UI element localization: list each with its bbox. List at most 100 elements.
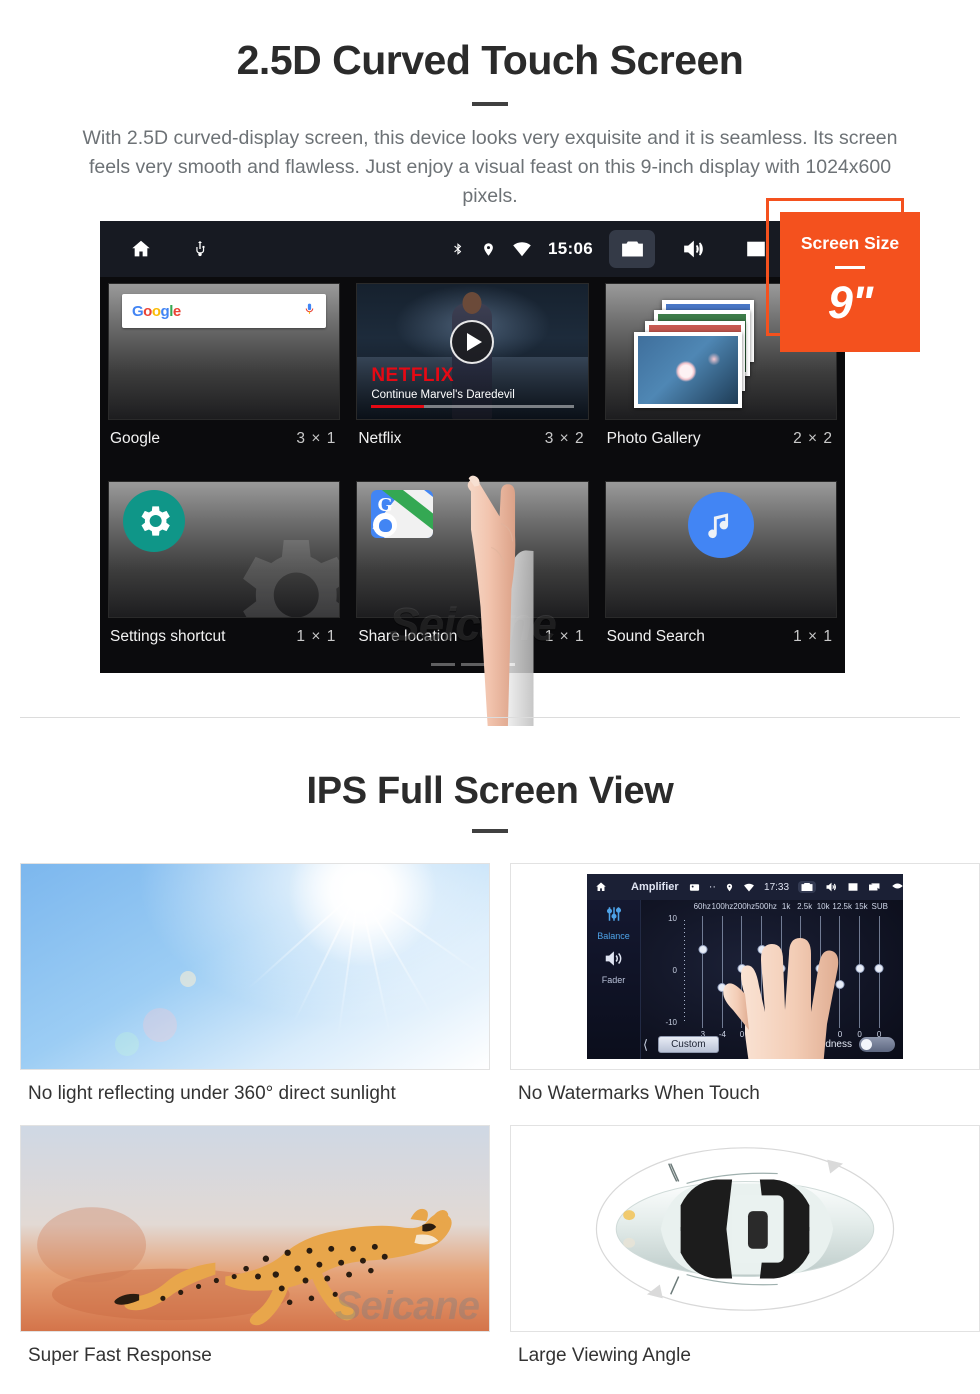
widget-size: 3 × 2	[544, 430, 585, 447]
wifi-icon	[512, 241, 532, 257]
speaker-icon[interactable]	[604, 950, 624, 972]
eq-band-label: 2.5k	[797, 902, 813, 911]
google-logo: Google	[132, 302, 181, 320]
fader-label[interactable]: Fader	[602, 975, 626, 985]
eq-slider	[693, 916, 713, 1028]
widget-cell-netflix[interactable]: NETFLIX Continue Marvel's Daredevil Netf…	[348, 277, 596, 475]
bluetooth-icon	[451, 239, 465, 259]
widget-name: Settings shortcut	[110, 628, 226, 645]
microphone-icon[interactable]	[303, 301, 316, 322]
page-indicator[interactable]	[430, 663, 515, 666]
google-maps-share-icon[interactable]: G	[371, 490, 434, 538]
volume-icon[interactable]	[671, 230, 717, 268]
netflix-subtitle: Continue Marvel's Daredevil	[371, 389, 515, 401]
eq-band-label: 200hz	[733, 902, 756, 911]
more-icon[interactable]: ··	[709, 881, 716, 893]
status-bar-clock: 15:06	[548, 239, 593, 258]
android-head-unit-screen: 15:06 Google Google 3 × 1 NETFLIX Contin…	[100, 221, 845, 673]
camera-icon[interactable]	[798, 881, 817, 893]
amplifier-screenshot: Amplifier ·· 17:33 Balance Fader 60hz 10…	[510, 863, 980, 1070]
widget-cell-share-location[interactable]: G Share location 1 × 1	[348, 475, 596, 673]
widget-name: Sound Search	[606, 628, 705, 645]
balance-label[interactable]: Balance	[597, 931, 630, 941]
sliders-icon[interactable]	[604, 905, 624, 928]
volume-icon[interactable]	[825, 882, 838, 892]
badge-value: 9"	[827, 277, 873, 328]
eq-band-label: 12.5k	[832, 902, 852, 911]
eq-band-label: 10k	[816, 902, 830, 911]
netflix-progress-bar	[371, 405, 574, 408]
share-location-widget[interactable]: G	[356, 481, 589, 618]
play-icon[interactable]	[450, 320, 495, 365]
sound-search-widget[interactable]	[604, 481, 837, 618]
home-icon[interactable]	[595, 881, 607, 893]
page-dot-active[interactable]	[490, 663, 515, 666]
music-note-icon[interactable]	[687, 492, 754, 558]
card-caption: No Watermarks When Touch	[518, 1083, 760, 1104]
widget-info-sound-search: Sound Search 1 × 1	[605, 618, 837, 646]
widget-size: 2 × 2	[793, 430, 833, 447]
camera-icon[interactable]	[609, 230, 655, 268]
eq-band-label: 1k	[781, 902, 791, 911]
netflix-character-head	[462, 292, 482, 315]
ips-full-screen-view-section: IPS Full Screen View No light reflecting…	[0, 726, 980, 1387]
widget-cell-google[interactable]: Google Google 3 × 1	[100, 277, 348, 475]
widget-info-photo-gallery: Photo Gallery 2 × 2	[605, 420, 837, 448]
widget-size: 3 × 1	[296, 430, 337, 447]
back-icon[interactable]	[890, 882, 903, 892]
widget-info-google: Google 3 × 1	[108, 420, 340, 448]
eq-slider	[869, 916, 889, 1028]
widget-grid: Google Google 3 × 1 NETFLIX Continue Mar…	[100, 277, 845, 673]
open-hand-illustration	[723, 938, 839, 1059]
widget-size: 1 × 1	[544, 628, 585, 645]
location-pin-icon	[725, 882, 734, 893]
recents-icon[interactable]	[868, 882, 881, 892]
car-top-view-illustration	[510, 1125, 980, 1332]
preset-button[interactable]: Custom	[658, 1036, 719, 1053]
widget-name: Share location	[358, 628, 458, 645]
section-divider	[20, 717, 960, 718]
badge-divider	[835, 266, 865, 269]
widget-name: Photo Gallery	[606, 430, 701, 447]
feature-card-grid: No light reflecting under 360° direct su…	[0, 833, 980, 1387]
gear-watermark-icon	[215, 520, 340, 617]
widget-size: 1 × 1	[793, 628, 833, 645]
card-caption: Super Fast Response	[28, 1345, 212, 1366]
eq-band-label: 500hz	[755, 902, 777, 911]
cheetah-photo: Seicane	[20, 1125, 490, 1332]
eq-scale: 10 0 -10	[657, 914, 691, 1028]
eq-band-labels: 60hz 100hz 200hz 500hz 1k 2.5k 10k 12.5k…	[649, 902, 897, 911]
gear-icon[interactable]	[123, 490, 185, 552]
feature-card-sunlight: No light reflecting under 360° direct su…	[20, 863, 490, 1125]
close-box-icon[interactable]	[847, 882, 859, 892]
amplifier-side-panel: Balance Fader	[587, 900, 641, 1059]
google-search-bar[interactable]: Google	[122, 294, 327, 328]
card-caption: No light reflecting under 360° direct su…	[28, 1083, 396, 1104]
eq-scale-bottom: -10	[665, 1018, 677, 1027]
page-dot[interactable]	[460, 663, 485, 666]
netflix-brand: NETFLIX	[371, 365, 454, 386]
netflix-widget[interactable]: NETFLIX Continue Marvel's Daredevil	[356, 283, 589, 420]
eq-band-label: 15k	[854, 902, 868, 911]
widget-info-netflix: Netflix 3 × 2	[356, 420, 588, 448]
usb-icon	[192, 239, 208, 259]
curved-touch-screen-section: 2.5D Curved Touch Screen With 2.5D curve…	[0, 0, 980, 726]
photo-frame-flower	[633, 332, 742, 408]
widget-cell-settings-shortcut[interactable]: Settings shortcut 1 × 1	[100, 475, 348, 673]
amplifier-ui: Amplifier ·· 17:33 Balance Fader 60hz 10…	[587, 874, 903, 1059]
feature-card-car: Large Viewing Angle	[510, 1125, 980, 1387]
location-pin-icon	[481, 240, 496, 259]
eq-scale-top: 10	[668, 914, 677, 923]
chevron-left-icon[interactable]: ⟨	[643, 1037, 648, 1053]
google-search-widget[interactable]: Google	[108, 283, 341, 420]
widget-cell-sound-search[interactable]: Sound Search 1 × 1	[597, 475, 845, 673]
eq-band-label: SUB	[871, 902, 888, 911]
gallery-icon[interactable]	[689, 882, 700, 893]
device-status-bar: 15:06	[100, 221, 845, 277]
page-dot[interactable]	[430, 663, 455, 666]
home-icon[interactable]	[130, 238, 152, 260]
eq-band-label: 100hz	[711, 902, 734, 911]
amplifier-title: Amplifier	[631, 881, 679, 893]
feature-card-amplifier: Amplifier ·· 17:33 Balance Fader 60hz 10…	[510, 863, 980, 1125]
settings-shortcut-widget[interactable]	[108, 481, 341, 618]
